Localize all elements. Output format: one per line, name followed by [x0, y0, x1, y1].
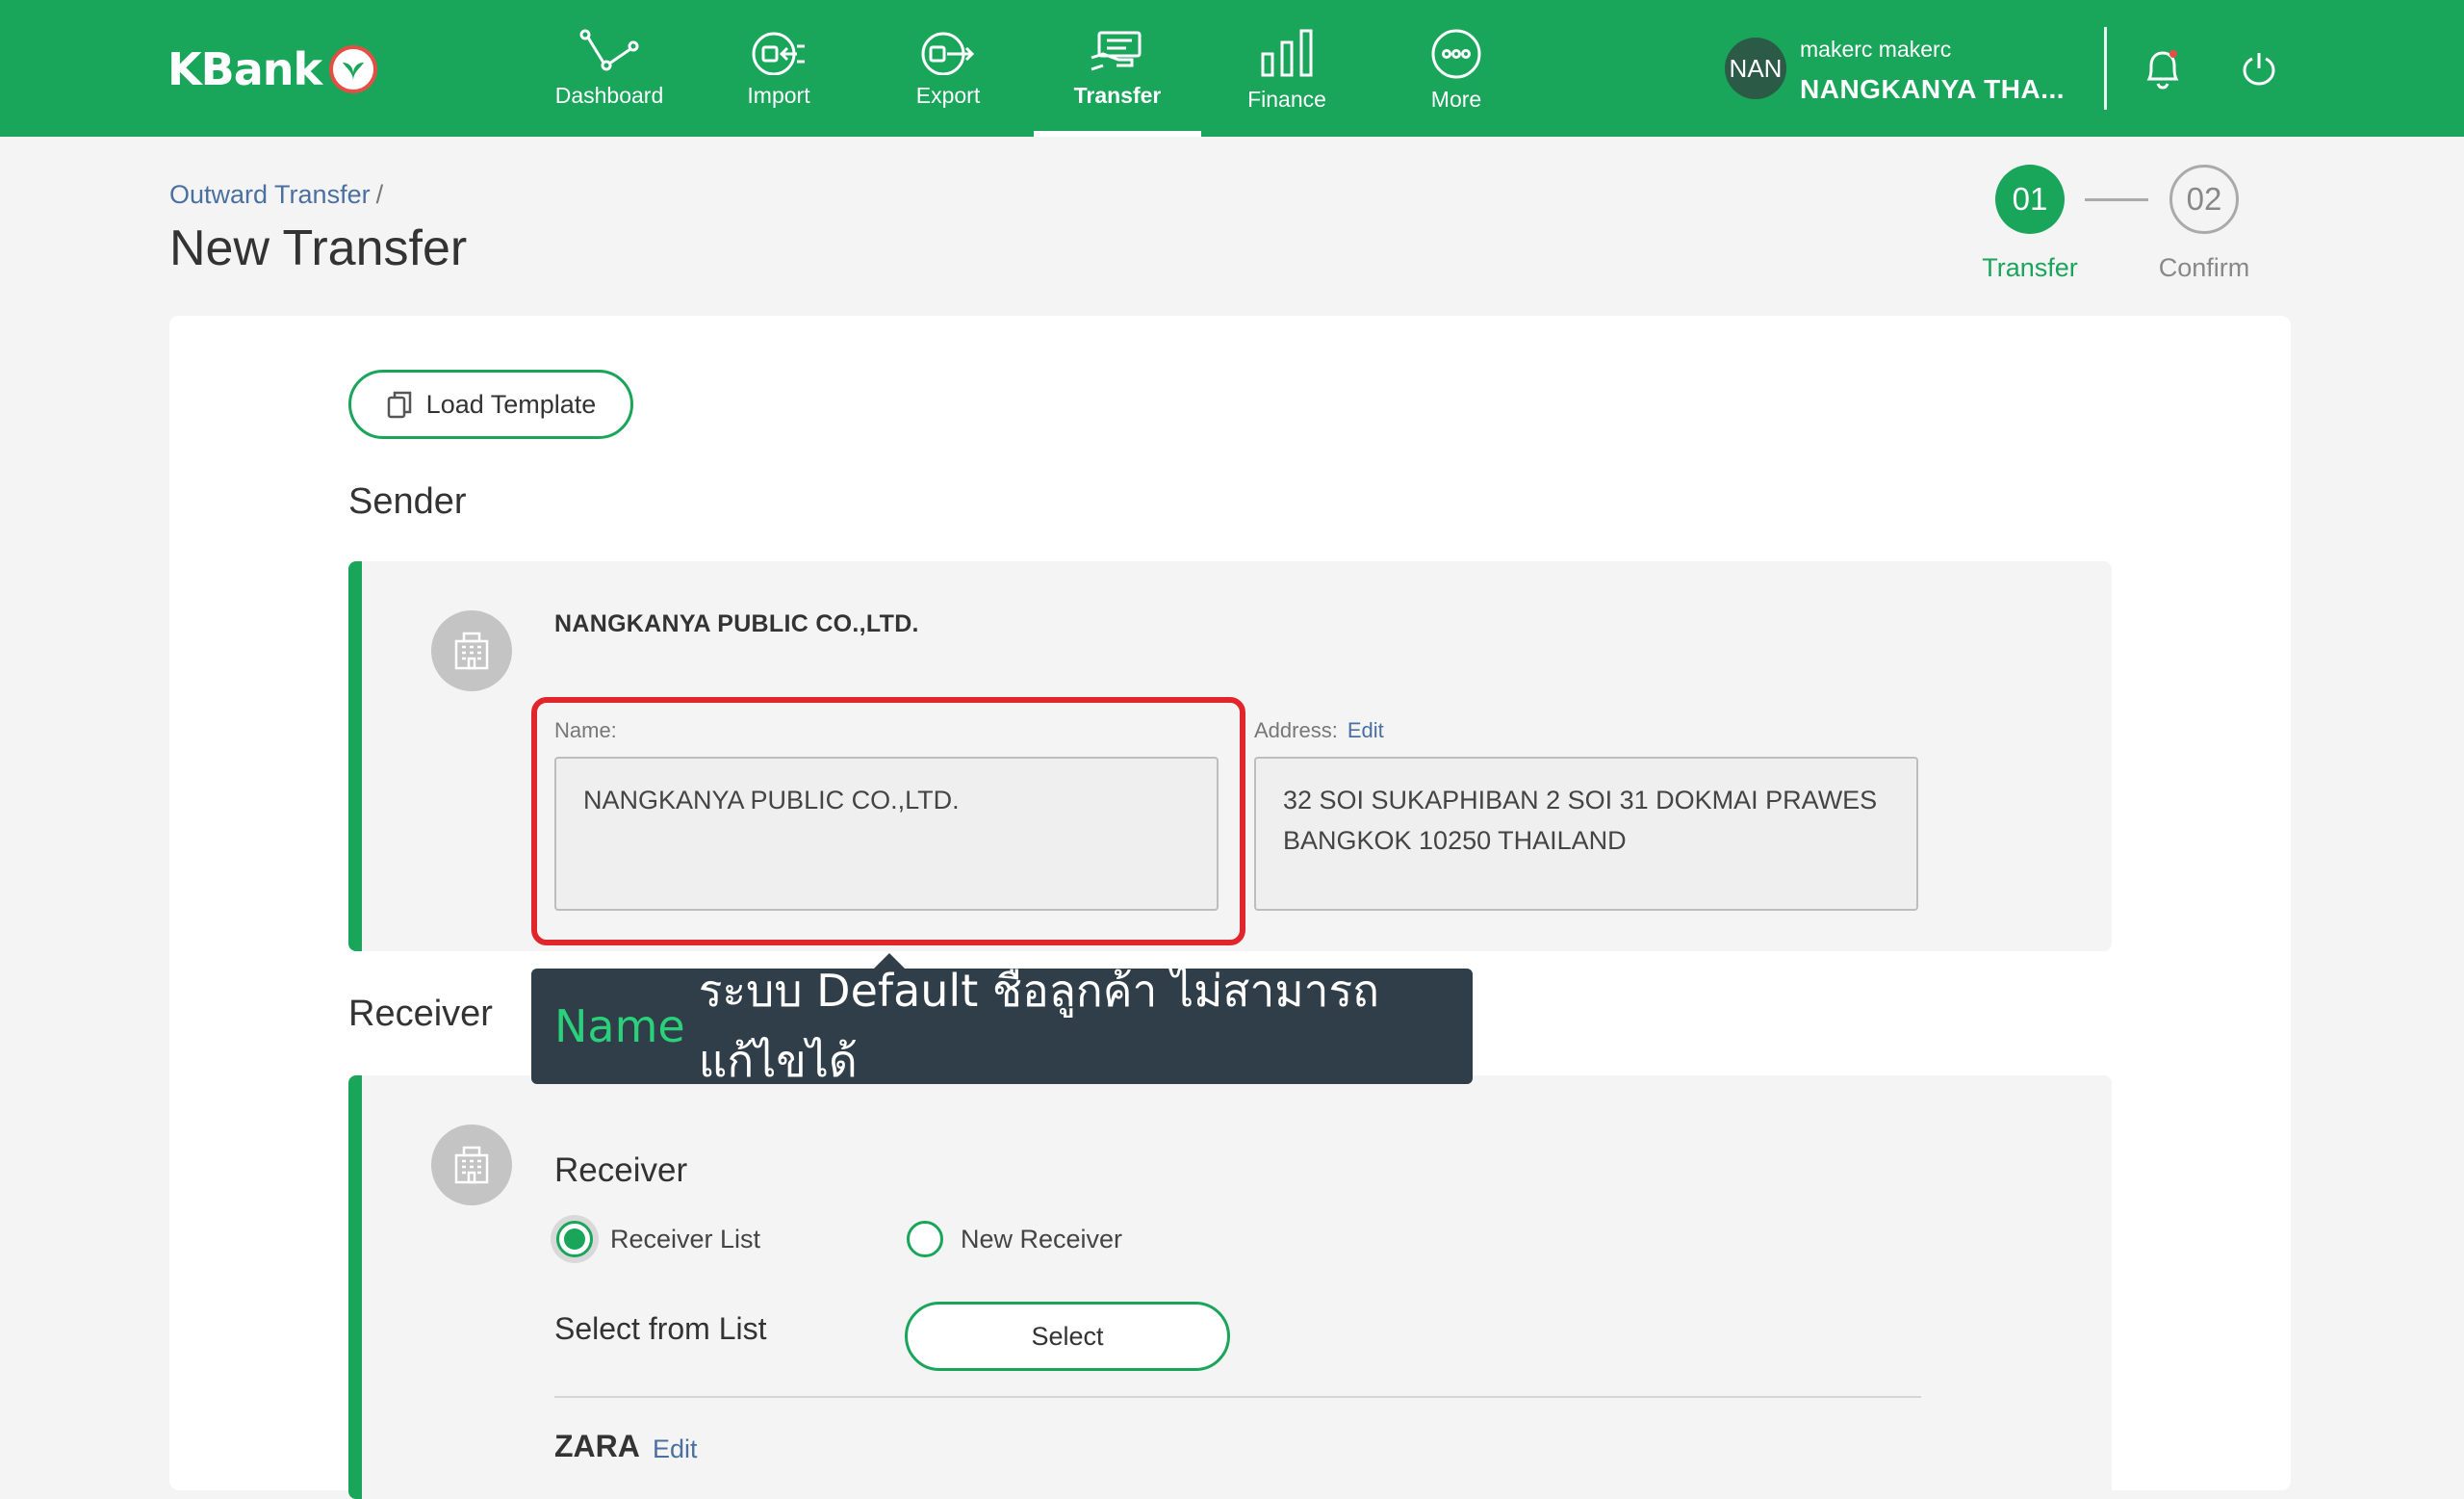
page-title: New Transfer: [169, 220, 468, 276]
receiver-section-title: Receiver: [348, 994, 493, 1034]
dashboard-icon: [579, 29, 639, 71]
load-template-label: Load Template: [425, 389, 597, 419]
nav-label: Export: [915, 83, 981, 108]
tooltip-text: ระบบ Default ชื่อลูกค้า ไม่สามารถแก้ไขได…: [698, 965, 1380, 1087]
address-edit-link[interactable]: Edit: [1348, 718, 1384, 742]
step-1-indicator: 01: [1995, 165, 2065, 234]
bell-icon: [2146, 50, 2179, 90]
load-template-button[interactable]: Load Template: [348, 370, 633, 439]
sender-company-name: NANGKANYA PUBLIC CO.,LTD.: [554, 610, 919, 637]
power-icon: [2243, 53, 2275, 86]
kbank-logo[interactable]: KBank: [167, 42, 378, 96]
radio-new-receiver[interactable]: [907, 1221, 943, 1257]
nav-label: More: [1430, 87, 1482, 112]
radio-receiver-list[interactable]: [556, 1221, 593, 1257]
logout-button[interactable]: [2235, 44, 2283, 92]
sender-section-title: Sender: [348, 481, 467, 522]
logo-text: KBank: [167, 43, 322, 95]
breadcrumb: Outward Transfer /: [169, 180, 383, 210]
nav-finance[interactable]: Finance: [1203, 0, 1371, 137]
notification-button[interactable]: [2139, 44, 2187, 92]
step-connector: [2085, 198, 2148, 201]
select-receiver-button[interactable]: Select: [905, 1302, 1230, 1371]
sender-address-label: Address: Edit: [1254, 718, 1384, 743]
building-icon: [431, 1124, 512, 1205]
receiver-name: ZARA: [554, 1429, 640, 1463]
receiver-divider: [554, 1396, 1921, 1398]
receiver-heading: Receiver: [554, 1151, 688, 1189]
step-2-label: Confirm: [2158, 253, 2250, 282]
address-line-2: BANGKOK 10250 THAILAND: [1283, 826, 1627, 855]
nav-label: Import: [747, 83, 810, 108]
nav-label: Dashboard: [554, 83, 664, 108]
tooltip-highlight: Name: [554, 1000, 685, 1052]
nav-more[interactable]: More: [1373, 0, 1540, 137]
nav-dashboard[interactable]: Dashboard: [526, 0, 693, 137]
export-icon: [921, 32, 975, 75]
header-divider: [2104, 27, 2107, 110]
sender-name-label: Name:: [554, 718, 617, 743]
receiver-edit-link[interactable]: Edit: [653, 1434, 698, 1464]
user-name: makerc makerc: [1800, 37, 1952, 62]
new-receiver-option[interactable]: New Receiver: [907, 1221, 1122, 1257]
nav-label: Transfer: [1073, 83, 1162, 108]
name-label-text: Name:: [554, 718, 617, 742]
address-line-1: 32 SOI SUKAPHIBAN 2 SOI 31 DOKMAI PRAWES: [1283, 786, 1878, 814]
nav-export[interactable]: Export: [864, 0, 1032, 137]
top-navigation-bar: KBank Dashboard Import Export Transfer F…: [0, 0, 2464, 137]
step-1-label: Transfer: [1982, 253, 2078, 282]
step-2-indicator: 02: [2169, 165, 2239, 234]
user-avatar[interactable]: NAN: [1725, 38, 1786, 99]
more-icon: [1431, 29, 1481, 79]
receiver-list-option[interactable]: Receiver List: [556, 1221, 760, 1257]
new-receiver-label: New Receiver: [961, 1224, 1123, 1253]
import-icon: [752, 32, 805, 75]
user-company[interactable]: NANGKANYA THA...: [1800, 74, 2065, 105]
finance-icon: [1261, 29, 1313, 77]
sender-address-field: 32 SOI SUKAPHIBAN 2 SOI 31 DOKMAI PRAWES…: [1254, 757, 1918, 911]
nav-label: Finance: [1247, 87, 1326, 112]
breadcrumb-link-outward-transfer[interactable]: Outward Transfer: [169, 180, 371, 209]
nav-transfer[interactable]: Transfer: [1034, 0, 1201, 137]
nav-import[interactable]: Import: [695, 0, 862, 137]
address-label-text: Address:: [1254, 718, 1338, 742]
select-from-list-label: Select from List: [554, 1311, 767, 1346]
transfer-icon: [1091, 31, 1142, 71]
breadcrumb-separator: /: [375, 180, 384, 209]
receiver-list-label: Receiver List: [610, 1224, 761, 1253]
copy-icon: [387, 391, 411, 419]
kbank-leaf-icon: [329, 45, 378, 93]
sender-name-field: NANGKANYA PUBLIC CO.,LTD.: [554, 757, 1219, 911]
name-tooltip: Name ระบบ Default ชื่อลูกค้า ไม่สามารถแก…: [531, 965, 1473, 1087]
building-icon: [431, 610, 512, 691]
